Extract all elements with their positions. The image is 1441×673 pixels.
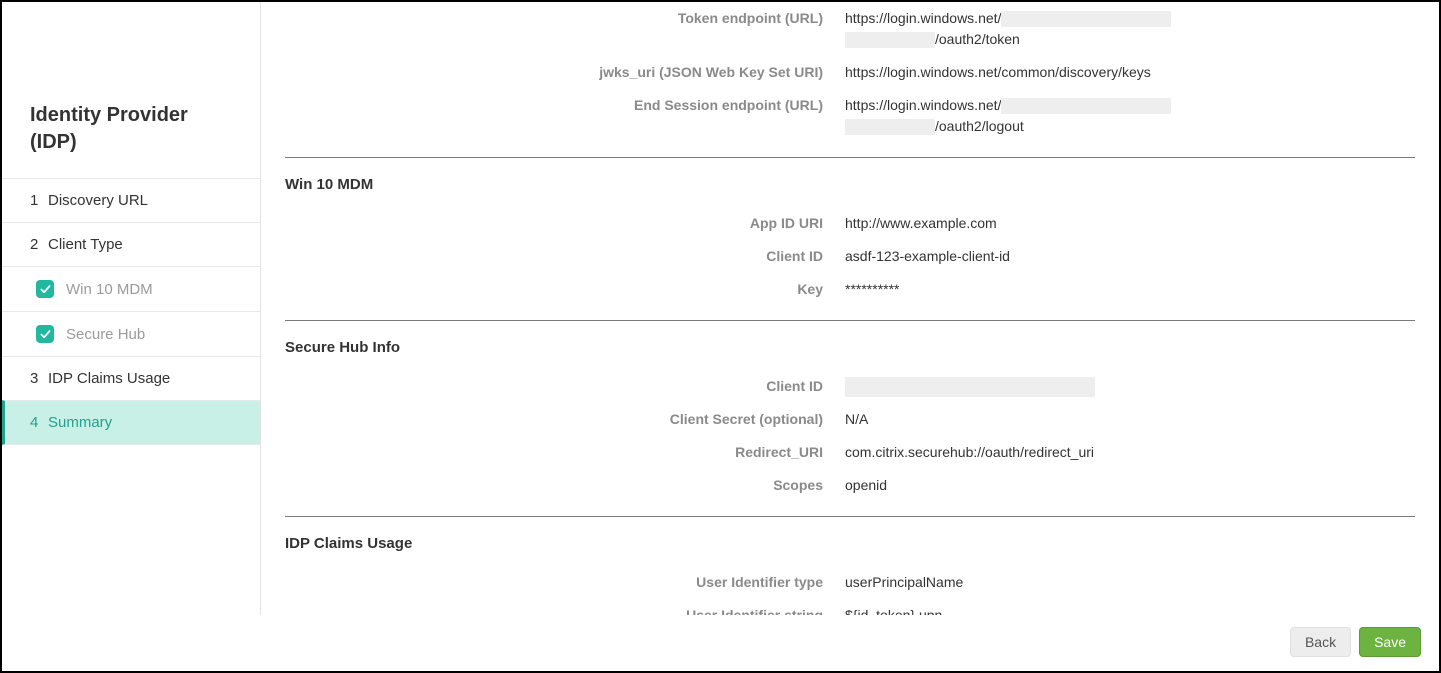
sidebar-item-secure-hub[interactable]: Secure Hub <box>2 311 260 356</box>
row-redirect-uri: Redirect_URI com.citrix.securehub://oaut… <box>285 436 1415 469</box>
field-label: Scopes <box>285 475 845 496</box>
sidebar-item-label: Win 10 MDM <box>66 281 153 298</box>
field-label: Client ID <box>285 376 845 397</box>
field-value: https://login.windows.net/ /oauth2/logou… <box>845 95 1415 137</box>
url-prefix: https://login.windows.net/ <box>845 97 1001 113</box>
check-icon <box>36 325 54 343</box>
main-content: Token endpoint (URL) https://login.windo… <box>261 2 1439 615</box>
row-token-endpoint: Token endpoint (URL) https://login.windo… <box>285 2 1415 56</box>
url-prefix: https://login.windows.net/ <box>845 10 1001 26</box>
row-scopes: Scopes openid <box>285 469 1415 502</box>
row-end-session-endpoint: End Session endpoint (URL) https://login… <box>285 89 1415 143</box>
row-uid-type: User Identifier type userPrincipalName <box>285 566 1415 599</box>
sidebar: Identity Provider (IDP) 1 Discovery URL … <box>2 2 261 615</box>
back-button[interactable]: Back <box>1290 627 1351 657</box>
sidebar-item-client-type[interactable]: 2 Client Type <box>2 222 260 266</box>
field-value: http://www.example.com <box>845 213 1415 234</box>
field-label: App ID URI <box>285 213 845 234</box>
sidebar-item-win10-mdm[interactable]: Win 10 MDM <box>2 266 260 311</box>
redacted-block <box>845 377 1095 397</box>
redacted-block <box>1001 11 1171 27</box>
sidebar-item-label: Discovery URL <box>48 192 148 209</box>
sidebar-item-summary[interactable]: 4 Summary <box>2 400 260 445</box>
sidebar-item-label: IDP Claims Usage <box>48 370 170 387</box>
section-title-securehub: Secure Hub Info <box>285 339 1415 356</box>
field-value: https://login.windows.net/common/discove… <box>845 62 1415 83</box>
step-number: 4 <box>30 414 48 431</box>
url-suffix: /oauth2/logout <box>935 118 1024 134</box>
row-jwks-uri: jwks_uri (JSON Web Key Set URI) https://… <box>285 56 1415 89</box>
step-number: 3 <box>30 370 48 387</box>
section-title-win10: Win 10 MDM <box>285 176 1415 193</box>
sidebar-item-discovery-url[interactable]: 1 Discovery URL <box>2 178 260 222</box>
field-value <box>845 376 1415 397</box>
field-value: asdf-123-example-client-id <box>845 246 1415 267</box>
sidebar-title: Identity Provider (IDP) <box>2 102 260 178</box>
sidebar-item-label: Secure Hub <box>66 326 145 343</box>
field-value: N/A <box>845 409 1415 430</box>
field-value: openid <box>845 475 1415 496</box>
url-suffix: /oauth2/token <box>935 31 1020 47</box>
field-value: userPrincipalName <box>845 572 1415 593</box>
row-key: Key ********** <box>285 273 1415 306</box>
field-value: ${id_token}.upn <box>845 605 1415 615</box>
row-uid-string: User Identifier string ${id_token}.upn <box>285 599 1415 615</box>
field-value: com.citrix.securehub://oauth/redirect_ur… <box>845 442 1415 463</box>
divider <box>285 157 1415 158</box>
field-label: End Session endpoint (URL) <box>285 95 845 116</box>
field-label: Key <box>285 279 845 300</box>
redacted-block <box>845 32 935 48</box>
divider <box>285 320 1415 321</box>
footer-buttons: Back Save <box>2 615 1439 671</box>
field-label: User Identifier type <box>285 572 845 593</box>
sidebar-item-label: Client Type <box>48 236 123 253</box>
save-button[interactable]: Save <box>1359 627 1421 657</box>
row-client-secret: Client Secret (optional) N/A <box>285 403 1415 436</box>
field-label: User Identifier string <box>285 605 845 615</box>
row-app-id-uri: App ID URI http://www.example.com <box>285 207 1415 240</box>
field-value: ********** <box>845 279 1415 300</box>
step-number: 2 <box>30 236 48 253</box>
step-number: 1 <box>30 192 48 209</box>
row-client-id-win10: Client ID asdf-123-example-client-id <box>285 240 1415 273</box>
field-label: Client Secret (optional) <box>285 409 845 430</box>
field-value: https://login.windows.net/ /oauth2/token <box>845 8 1415 50</box>
field-label: Token endpoint (URL) <box>285 8 845 29</box>
redacted-block <box>845 119 935 135</box>
field-label: jwks_uri (JSON Web Key Set URI) <box>285 62 845 83</box>
row-client-id-securehub: Client ID <box>285 370 1415 403</box>
section-title-claims: IDP Claims Usage <box>285 535 1415 552</box>
sidebar-item-label: Summary <box>48 414 112 431</box>
field-label: Client ID <box>285 246 845 267</box>
check-icon <box>36 280 54 298</box>
sidebar-item-idp-claims[interactable]: 3 IDP Claims Usage <box>2 356 260 400</box>
divider <box>285 516 1415 517</box>
field-label: Redirect_URI <box>285 442 845 463</box>
redacted-block <box>1001 98 1171 114</box>
